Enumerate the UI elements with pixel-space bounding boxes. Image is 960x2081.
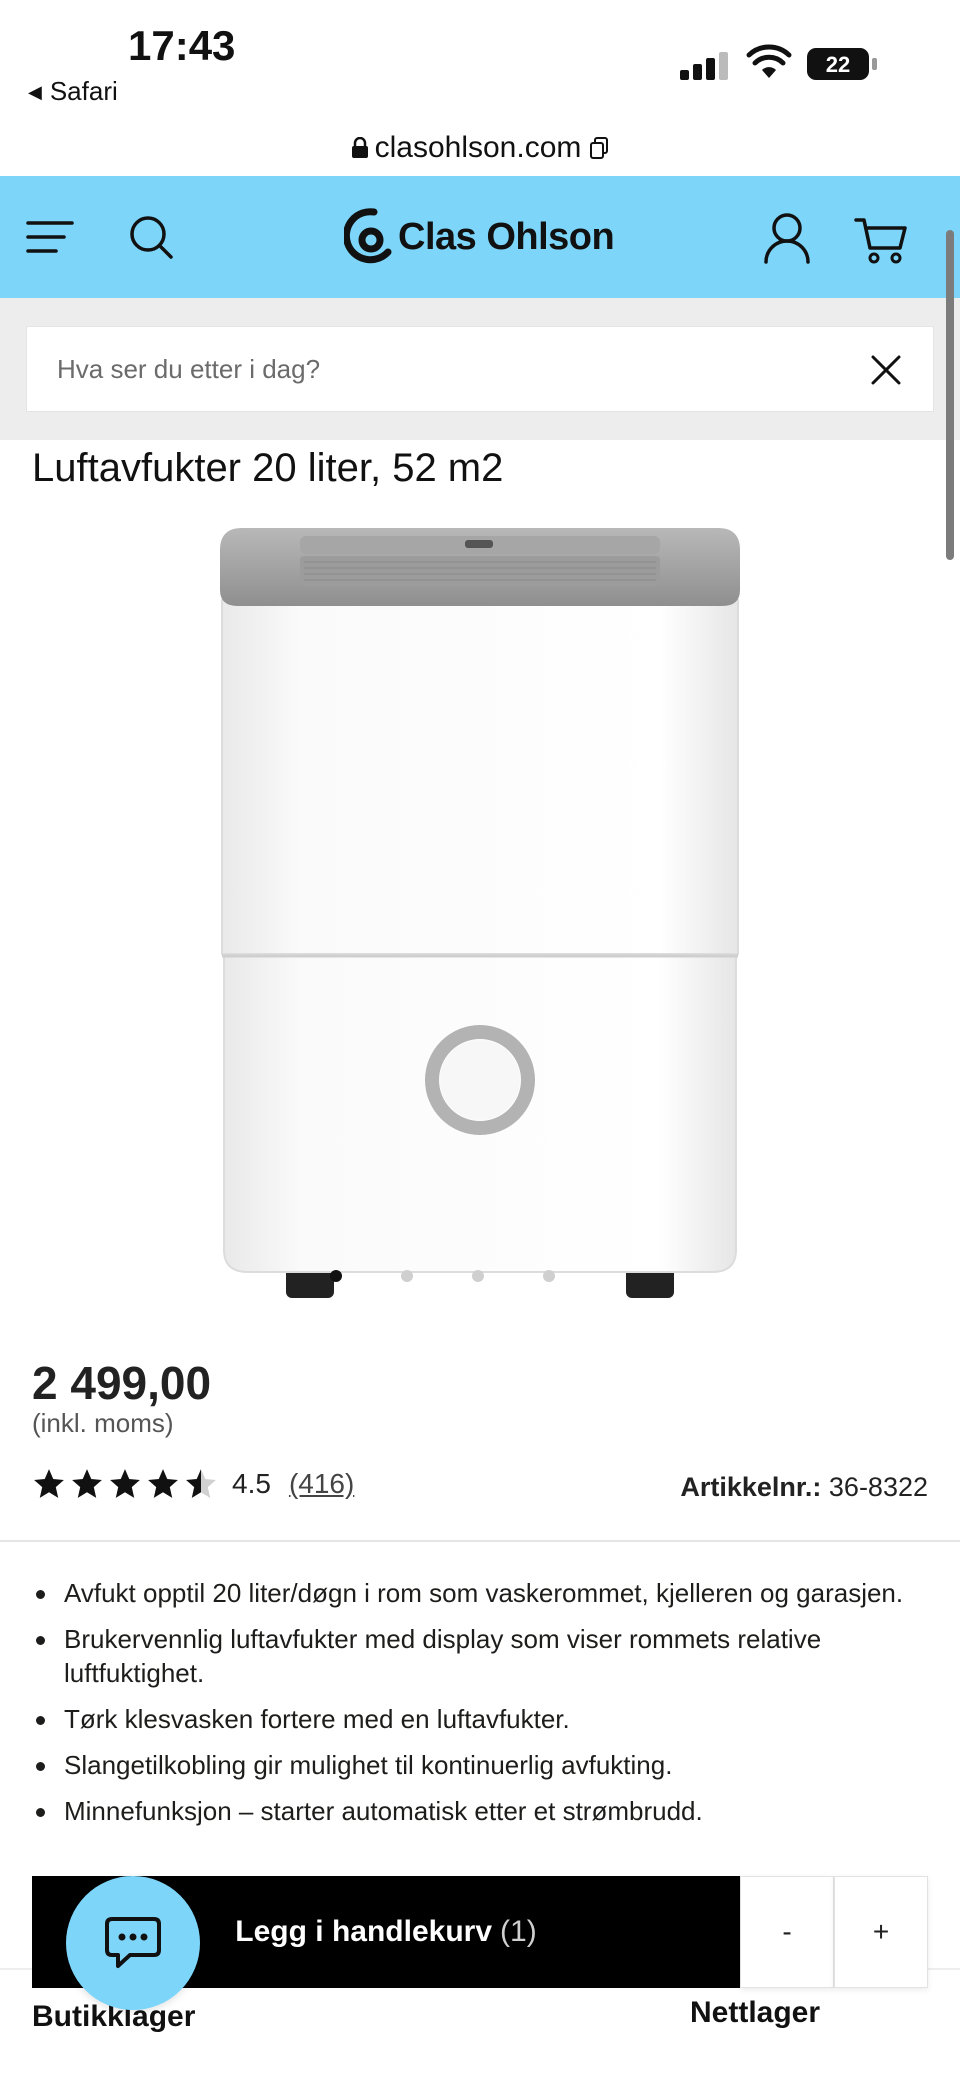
address-bar[interactable]: clasohlson.com: [0, 120, 960, 176]
account-icon[interactable]: [762, 212, 812, 264]
star-full-icon: [148, 1469, 178, 1498]
divider: [0, 1540, 960, 1542]
battery-level: 22: [826, 52, 850, 77]
feature-list: Avfukt opptil 20 liter/døgn i rom som va…: [32, 1576, 912, 1840]
cart-quantity: (1): [500, 1915, 537, 1948]
back-app-label: Safari: [49, 76, 118, 106]
back-to-safari-link[interactable]: ◀ Safari: [28, 76, 118, 107]
menu-icon[interactable]: [26, 218, 74, 256]
article-number: Artikkelnr.: 36-8322: [680, 1472, 928, 1503]
close-icon[interactable]: [869, 353, 903, 387]
chat-button[interactable]: [66, 1876, 200, 2010]
vat-note: (inkl. moms): [32, 1408, 174, 1438]
copy-icon[interactable]: [589, 136, 609, 160]
product-rating: 4.5 (416): [32, 1464, 354, 1504]
site-header: Clas Ohlson: [0, 176, 960, 298]
article-number-value: 36-8322: [828, 1472, 928, 1502]
image-carousel-dots: [330, 1270, 590, 1286]
carousel-dot[interactable]: [472, 1270, 484, 1282]
feature-item: Avfukt opptil 20 liter/døgn i rom som va…: [32, 1576, 912, 1610]
star-full-icon: [34, 1469, 64, 1498]
brand-logo[interactable]: Clas Ohlson: [344, 206, 615, 268]
star-full-icon: [110, 1469, 140, 1498]
search-input[interactable]: [57, 327, 837, 411]
article-number-label: Artikkelnr.:: [680, 1472, 822, 1502]
rating-value: 4.5: [232, 1468, 271, 1499]
brand-name: Clas Ohlson: [398, 215, 615, 258]
chat-icon: [105, 1917, 161, 1968]
online-stock-tab[interactable]: Nettlager: [690, 1996, 820, 2030]
star-half-icon: [186, 1469, 216, 1498]
product-title: Luftavfukter 20 liter, 52 m2: [32, 446, 504, 490]
product-image[interactable]: [200, 520, 760, 1300]
search-box: [26, 326, 934, 412]
wifi-icon: [746, 44, 792, 78]
product-price: 2 499,00: [32, 1357, 212, 1409]
url-text: clasohlson.com: [374, 131, 582, 164]
review-count-link[interactable]: (416): [289, 1468, 354, 1500]
add-to-cart-label: Legg i handlekurv: [235, 1915, 493, 1948]
lock-icon: [351, 137, 368, 158]
battery-icon: 22: [806, 47, 878, 81]
status-bar: 17:43 ◀ Safari 22: [0, 0, 960, 120]
cellular-signal-icon: [680, 52, 728, 80]
status-time: 17:43: [128, 22, 236, 69]
clas-ohlson-logo-icon: [344, 208, 392, 264]
star-full-icon: [72, 1469, 102, 1498]
carousel-dot[interactable]: [401, 1270, 413, 1282]
cart-icon[interactable]: [854, 216, 908, 264]
scrollbar[interactable]: [946, 230, 954, 560]
decrement-quantity-button[interactable]: -: [740, 1876, 834, 1988]
feature-item: Brukervennlig luftavfukter med display s…: [32, 1622, 912, 1690]
increment-quantity-button[interactable]: +: [834, 1876, 928, 1988]
carousel-dot[interactable]: [330, 1270, 342, 1282]
feature-item: Tørk klesvasken fortere med en luftavfuk…: [32, 1702, 912, 1736]
back-triangle-icon: ◀: [28, 82, 42, 102]
rating-stars: [32, 1467, 218, 1501]
search-section: [0, 298, 960, 440]
feature-item: Minnefunksjon – starter automatisk etter…: [32, 1794, 912, 1828]
search-icon[interactable]: [128, 214, 174, 260]
carousel-dot[interactable]: [543, 1270, 555, 1282]
feature-item: Slangetilkobling gir mulighet til kontin…: [32, 1748, 912, 1782]
